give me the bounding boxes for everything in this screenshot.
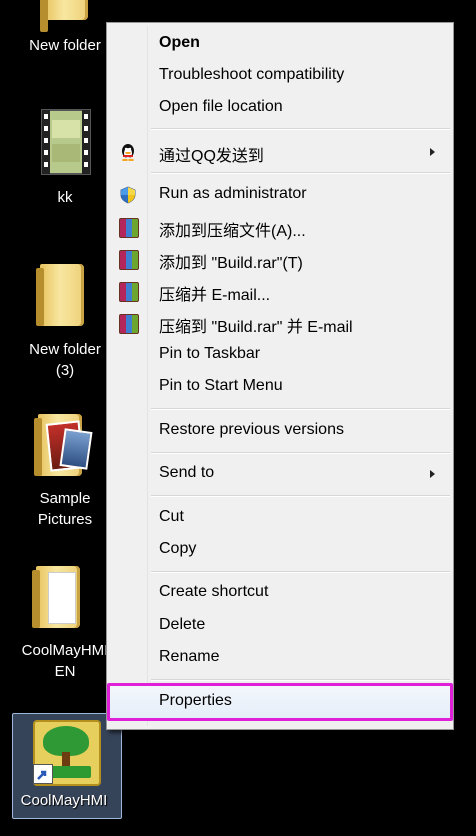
- context-menu: Open Troubleshoot compatibility Open fil…: [106, 22, 454, 730]
- menu-item-label: Copy: [159, 540, 197, 557]
- qq-penguin-icon: [122, 144, 134, 161]
- menu-item-label: Rename: [159, 648, 220, 665]
- menu-item-label: Open: [159, 34, 200, 51]
- pictures-folder-icon: [34, 414, 93, 476]
- menu-item-run-as-administrator[interactable]: Run as administrator: [109, 179, 451, 211]
- winrar-icon: [119, 314, 139, 334]
- menu-separator: [151, 128, 450, 130]
- menu-separator: [151, 408, 450, 410]
- menu-item-create-shortcut[interactable]: Create shortcut: [109, 577, 451, 609]
- desktop-icon-label: Sample Pictures: [37, 490, 93, 528]
- menu-item-add-to-build-rar[interactable]: 添加到 "Build.rar"(T): [109, 243, 451, 275]
- desktop-icon-label: CoolMayHMI: [20, 792, 108, 809]
- desktop-icon-label: New folder: [29, 37, 101, 54]
- menu-separator: [151, 172, 450, 174]
- menu-item-send-to[interactable]: Send to: [109, 458, 451, 490]
- menu-item-open[interactable]: Open: [109, 28, 451, 60]
- menu-item-compress-and-email[interactable]: 压缩并 E-mail...: [109, 275, 451, 307]
- menu-item-label: 通过QQ发送到: [159, 148, 264, 165]
- menu-item-restore-previous-versions[interactable]: Restore previous versions: [109, 415, 451, 447]
- folder-icon: [40, 0, 88, 32]
- menu-item-rename[interactable]: Rename: [109, 642, 451, 674]
- submenu-arrow-icon: [430, 148, 435, 156]
- menu-item-label: 压缩到 "Build.rar" 并 E-mail: [159, 319, 353, 336]
- desktop-icon-label: kk: [57, 189, 73, 206]
- submenu-arrow-icon: [430, 470, 435, 478]
- menu-item-label: Troubleshoot compatibility: [159, 66, 345, 83]
- menu-item-label: Create shortcut: [159, 583, 269, 600]
- app-shortcut-icon: [33, 720, 101, 786]
- folder-icon: [32, 566, 80, 628]
- menu-separator: [151, 571, 450, 573]
- menu-item-pin-to-taskbar[interactable]: Pin to Taskbar: [109, 339, 451, 371]
- menu-separator: [151, 679, 450, 681]
- menu-item-pin-to-start-menu[interactable]: Pin to Start Menu: [109, 371, 451, 403]
- menu-item-label: 压缩并 E-mail...: [159, 287, 271, 304]
- winrar-icon: [119, 250, 139, 270]
- menu-item-label: Open file location: [159, 98, 283, 115]
- menu-item-open-file-location[interactable]: Open file location: [109, 92, 451, 124]
- winrar-icon: [119, 282, 139, 302]
- desktop-icon-label: New folder (3): [29, 341, 101, 379]
- menu-item-label: Pin to Start Menu: [159, 377, 283, 394]
- menu-item-label: Restore previous versions: [159, 421, 344, 438]
- menu-separator: [151, 452, 450, 454]
- shortcut-arrow-icon: [37, 770, 47, 780]
- menu-item-label: Pin to Taskbar: [159, 345, 261, 362]
- menu-item-label: Properties: [159, 692, 232, 709]
- menu-item-label: Cut: [159, 508, 184, 525]
- menu-item-troubleshoot-compatibility[interactable]: Troubleshoot compatibility: [109, 60, 451, 92]
- desktop-icon-label: CoolMayHMI EN: [21, 642, 109, 680]
- menu-item-delete[interactable]: Delete: [109, 610, 451, 642]
- menu-item-send-via-qq[interactable]: 通过QQ发送到: [109, 136, 451, 168]
- uac-shield-icon: [120, 186, 136, 204]
- menu-item-label: Send to: [159, 464, 215, 481]
- menu-item-cut[interactable]: Cut: [109, 502, 451, 534]
- folder-icon: [36, 264, 84, 326]
- menu-item-add-to-archive[interactable]: 添加到压缩文件(A)...: [109, 211, 451, 243]
- winrar-icon: [119, 218, 139, 238]
- menu-item-label: Delete: [159, 616, 206, 633]
- menu-item-copy[interactable]: Copy: [109, 534, 451, 566]
- video-file-icon: [41, 109, 91, 175]
- menu-item-label: Run as administrator: [159, 185, 307, 202]
- menu-separator: [151, 495, 450, 497]
- menu-item-properties[interactable]: Properties: [107, 683, 453, 721]
- menu-item-label: 添加到压缩文件(A)...: [159, 223, 306, 240]
- menu-item-label: 添加到 "Build.rar"(T): [159, 255, 303, 272]
- menu-item-compress-to-build-rar-and-email[interactable]: 压缩到 "Build.rar" 并 E-mail: [109, 307, 451, 339]
